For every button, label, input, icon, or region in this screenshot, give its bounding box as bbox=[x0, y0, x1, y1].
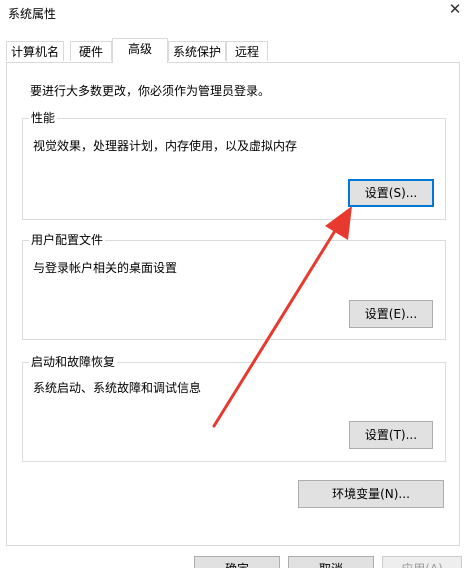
admin-note: 要进行大多数更改，你必须作为管理员登录。 bbox=[30, 84, 271, 98]
user-profiles-settings-button[interactable]: 设置(E)... bbox=[349, 300, 433, 328]
close-icon[interactable]: ✕ bbox=[448, 2, 462, 17]
group-user-profiles-description: 与登录帐户相关的桌面设置 bbox=[33, 261, 178, 275]
performance-settings-button[interactable]: 设置(S)... bbox=[348, 179, 434, 207]
tab-strip: 计算机名 硬件 高级 系统保护 远程 bbox=[6, 38, 460, 63]
tab-remote[interactable]: 远程 bbox=[226, 41, 268, 61]
ok-button[interactable]: 确定 bbox=[194, 556, 280, 568]
apply-button[interactable]: 应用(A) bbox=[382, 556, 462, 568]
tab-hardware[interactable]: 硬件 bbox=[70, 41, 112, 61]
tab-computer-name[interactable]: 计算机名 bbox=[6, 41, 64, 61]
group-startup-recovery-title: 启动和故障恢复 bbox=[29, 354, 118, 370]
system-properties-window: 系统属性 ✕ 计算机名 硬件 高级 系统保护 远程 要进行大多数更改，你必须作为… bbox=[0, 0, 466, 568]
startup-recovery-settings-button[interactable]: 设置(T)... bbox=[349, 421, 433, 449]
group-performance-description: 视觉效果，处理器计划，内存使用，以及虚拟内存 bbox=[33, 139, 298, 153]
window-title: 系统属性 bbox=[8, 7, 57, 21]
tab-advanced[interactable]: 高级 bbox=[112, 38, 168, 63]
group-user-profiles-title: 用户配置文件 bbox=[29, 232, 106, 248]
environment-variables-button[interactable]: 环境变量(N)... bbox=[298, 480, 444, 508]
cancel-button[interactable]: 取消 bbox=[288, 556, 374, 568]
group-performance-title: 性能 bbox=[29, 110, 58, 126]
tab-system-protection[interactable]: 系统保护 bbox=[168, 41, 226, 61]
group-startup-recovery-description: 系统启动、系统故障和调试信息 bbox=[33, 381, 202, 395]
